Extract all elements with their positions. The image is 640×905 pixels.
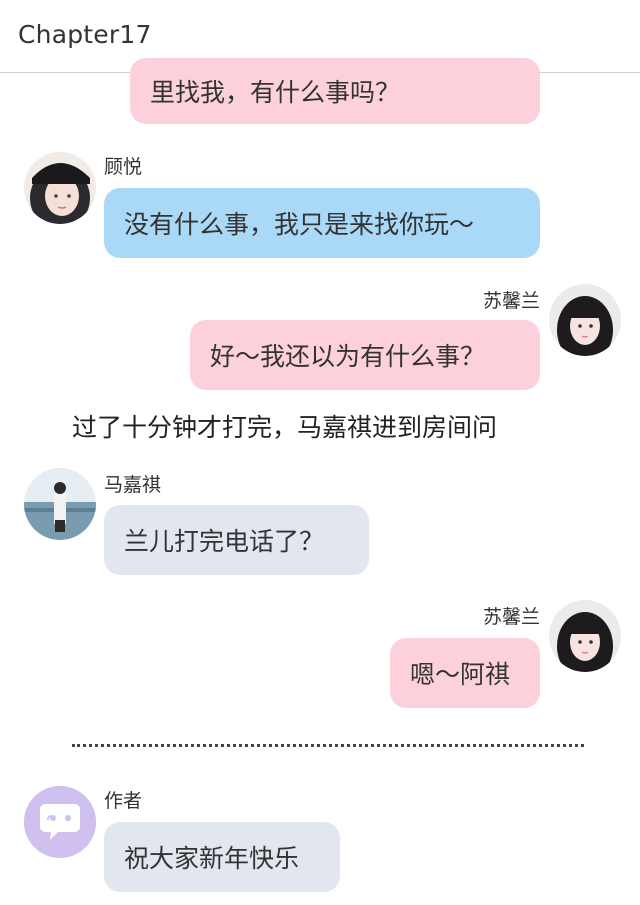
message-bubble-partial: 里找我，有什么事吗？ [130,58,540,124]
avatar-photo-icon [549,600,621,672]
message-text: 祝大家新年快乐 [124,844,300,873]
sender-name: 作者 [104,790,143,812]
message-text: 兰儿打完电话了？ [124,527,325,556]
message-text: 没有什么事，我只是来找你玩～ [124,210,475,239]
avatar-author[interactable] [24,786,96,858]
narration-text: 过了十分钟才打完，马嘉祺进到房间问 [72,413,498,442]
message-text: 好～我还以为有什么事？ [210,342,486,371]
chapter-title: Chapter17 [18,20,152,49]
avatar-photo-icon [549,284,621,356]
sender-name: 顾悦 [104,156,143,178]
sender-name: 苏馨兰 [482,290,540,312]
message-bubble: 好～我还以为有什么事？ [190,320,540,390]
avatar-photo-icon [24,152,96,224]
sender-name: 苏馨兰 [482,606,540,628]
message-text: 嗯～阿祺 [410,660,511,689]
dotted-separator [72,736,584,747]
avatar-guyue[interactable] [24,152,96,224]
avatar-photo-icon [24,468,96,540]
message-bubble: 没有什么事，我只是来找你玩～ [104,188,540,258]
chat-bubble-icon [24,786,96,858]
message-bubble: 祝大家新年快乐 [104,822,340,892]
sender-name: 马嘉祺 [104,474,162,496]
message-bubble: 嗯～阿祺 [390,638,540,708]
avatar-majiaqi[interactable] [24,468,96,540]
message-text: 里找我，有什么事吗？ [150,78,401,107]
message-bubble: 兰儿打完电话了？ [104,505,369,575]
avatar-suxinlan[interactable] [549,284,621,356]
avatar-suxinlan[interactable] [549,600,621,672]
